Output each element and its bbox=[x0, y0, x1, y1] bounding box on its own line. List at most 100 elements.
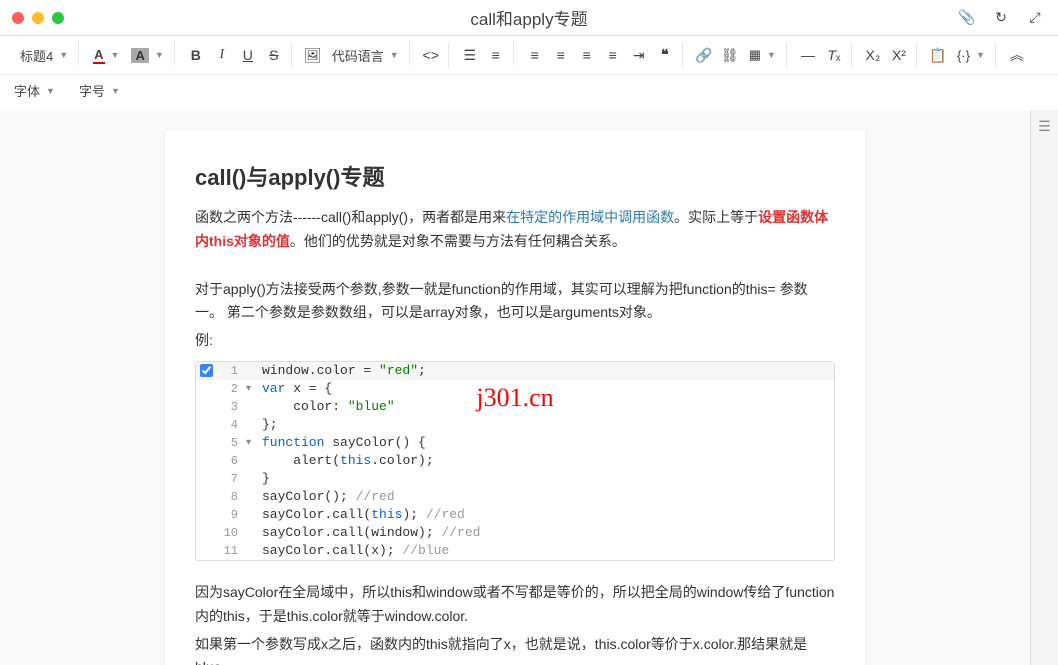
fold-marker[interactable]: ▾ bbox=[246, 383, 258, 395]
chevron-down-icon: ▼ bbox=[111, 86, 120, 96]
braces-dropdown[interactable]: {·} ▼ bbox=[953, 46, 989, 65]
code-line[interactable]: 2▾var x = { bbox=[196, 380, 834, 398]
text-color-icon: A bbox=[93, 47, 104, 64]
code-checkbox[interactable] bbox=[200, 364, 213, 377]
hr-button[interactable]: — bbox=[797, 44, 819, 66]
code-line[interactable]: 11 sayColor.call(x); //blue bbox=[196, 542, 834, 560]
align-center-button[interactable]: ≡ bbox=[550, 44, 572, 66]
line-number: 11 bbox=[216, 544, 246, 558]
chevron-down-icon: ▼ bbox=[59, 50, 68, 60]
code-line[interactable]: 3 color: "blue" bbox=[196, 398, 834, 416]
text-highlight-blue: 在特定的作用域中调用函数 bbox=[506, 209, 674, 225]
attachment-icon[interactable]: 📎 bbox=[956, 7, 978, 29]
indent-button[interactable]: ⇥ bbox=[628, 44, 650, 66]
code-text: }; bbox=[258, 417, 834, 432]
braces-icon: {·} bbox=[957, 48, 970, 63]
text-color-dropdown[interactable]: A ▼ bbox=[89, 45, 123, 66]
table-dropdown[interactable]: ▦ ▼ bbox=[745, 45, 780, 65]
bg-color-icon: A bbox=[131, 48, 148, 63]
image-button[interactable]: 🖼 bbox=[302, 44, 324, 66]
align-justify-button[interactable]: ≡ bbox=[602, 44, 624, 66]
line-number: 7 bbox=[216, 472, 246, 486]
content-area: j301.cn call()与apply()专题 函数之两个方法------ca… bbox=[0, 110, 1058, 665]
history-icon[interactable]: ↻ bbox=[990, 7, 1012, 29]
link-button[interactable]: 🔗 bbox=[693, 44, 715, 66]
code-line[interactable]: 4}; bbox=[196, 416, 834, 434]
code-text: var x = { bbox=[258, 381, 834, 396]
bold-button[interactable]: B bbox=[185, 44, 207, 66]
titlebar: call和apply专题 📎 ↻ ⤢ bbox=[0, 0, 1058, 36]
code-text: sayColor.call(window); //red bbox=[258, 525, 834, 540]
editor-scroll[interactable]: j301.cn call()与apply()专题 函数之两个方法------ca… bbox=[0, 110, 1030, 665]
bg-color-dropdown[interactable]: A ▼ bbox=[127, 46, 167, 65]
table-icon: ▦ bbox=[749, 47, 761, 63]
code-text: } bbox=[258, 471, 834, 486]
heading-dropdown[interactable]: 标题4 ▼ bbox=[16, 44, 72, 67]
code-inline-button[interactable]: <> bbox=[420, 44, 442, 66]
code-text: sayColor(); //red bbox=[258, 489, 834, 504]
align-left-button[interactable]: ≡ bbox=[524, 44, 546, 66]
clear-format-button[interactable]: Tₓ bbox=[823, 44, 845, 66]
text-run: 函数之两个方法------call()和apply()，两者都是用来 bbox=[195, 209, 506, 225]
code-line[interactable]: 9sayColor.call(this); //red bbox=[196, 506, 834, 524]
strikethrough-button[interactable]: S bbox=[263, 44, 285, 66]
fold-marker[interactable]: ▾ bbox=[246, 437, 258, 449]
superscript-button[interactable]: X² bbox=[888, 44, 910, 66]
minimize-window-button[interactable] bbox=[32, 12, 44, 24]
line-number: 9 bbox=[216, 508, 246, 522]
ordered-list-button[interactable]: ≡ bbox=[485, 44, 507, 66]
maximize-window-button[interactable] bbox=[52, 12, 64, 24]
underline-button[interactable]: U bbox=[237, 44, 259, 66]
fullscreen-icon[interactable]: ⤢ bbox=[1024, 7, 1046, 29]
heading-label: 标题4 bbox=[20, 46, 53, 65]
font-family-label: 字体 bbox=[14, 81, 40, 100]
code-text: sayColor.call(x); //blue bbox=[258, 543, 834, 558]
unordered-list-button[interactable]: ☰ bbox=[459, 44, 481, 66]
menu-icon: ☰ bbox=[1038, 118, 1051, 135]
doc-heading: call()与apply()专题 bbox=[195, 160, 835, 192]
text-run: 。他们的优势就是对象不需要与方法有任何耦合关系。 bbox=[290, 233, 626, 249]
outline-toggle[interactable]: ☰ bbox=[1030, 110, 1058, 665]
code-language-dropdown[interactable]: 代码语言 ▼ bbox=[328, 44, 403, 67]
chevron-down-icon: ▼ bbox=[111, 50, 120, 60]
unlink-button[interactable]: ⛓ bbox=[719, 44, 741, 66]
collapse-toolbar-button[interactable]: ︽ bbox=[1006, 44, 1028, 66]
font-family-dropdown[interactable]: 字体 ▼ bbox=[10, 79, 59, 102]
code-line[interactable]: 10sayColor.call(window); //red bbox=[196, 524, 834, 542]
chevron-down-icon: ▼ bbox=[767, 50, 776, 60]
subscript-button[interactable]: X₂ bbox=[862, 44, 884, 66]
chevron-down-icon: ▼ bbox=[976, 50, 985, 60]
line-number: 8 bbox=[216, 490, 246, 504]
code-block[interactable]: 1window.color = "red";2▾var x = {3 color… bbox=[195, 361, 835, 561]
code-line[interactable]: 7} bbox=[196, 470, 834, 488]
toolbar-row-1: 标题4 ▼ A ▼ A ▼ B I U S 🖼 代码语言 ▼ <> ☰ ≡ ≡ … bbox=[0, 36, 1058, 75]
copy-button[interactable]: 📋 bbox=[927, 44, 949, 66]
chevron-down-icon: ▼ bbox=[155, 50, 164, 60]
code-text: color: "blue" bbox=[258, 399, 834, 414]
line-number: 6 bbox=[216, 454, 246, 468]
code-text: function sayColor() { bbox=[258, 435, 834, 450]
close-window-button[interactable] bbox=[12, 12, 24, 24]
italic-button[interactable]: I bbox=[211, 44, 233, 66]
doc-paragraph: 例: bbox=[195, 329, 835, 353]
line-number: 3 bbox=[216, 400, 246, 414]
align-right-button[interactable]: ≡ bbox=[576, 44, 598, 66]
line-number: 4 bbox=[216, 418, 246, 432]
code-text: window.color = "red"; bbox=[258, 363, 834, 378]
text-run: 。实际上等于 bbox=[674, 209, 758, 225]
code-line[interactable]: 6 alert(this.color); bbox=[196, 452, 834, 470]
line-number: 1 bbox=[216, 364, 246, 378]
code-line[interactable]: 8 sayColor(); //red bbox=[196, 488, 834, 506]
doc-paragraph: 对于apply()方法接受两个参数,参数一就是function的作用域，其实可以… bbox=[195, 278, 835, 326]
doc-paragraph: 因为sayColor在全局域中，所以this和window或者不写都是等价的，所… bbox=[195, 581, 835, 629]
document-paper[interactable]: j301.cn call()与apply()专题 函数之两个方法------ca… bbox=[165, 130, 865, 665]
traffic-lights bbox=[12, 12, 64, 24]
toolbar-row-2: 字体 ▼ 字号 ▼ bbox=[0, 75, 1058, 110]
quote-button[interactable]: ❝ bbox=[654, 44, 676, 66]
code-line[interactable]: 1 window.color = "red"; bbox=[196, 362, 834, 380]
code-lang-label: 代码语言 bbox=[332, 46, 384, 65]
doc-paragraph: 函数之两个方法------call()和apply()，两者都是用来在特定的作用… bbox=[195, 206, 835, 254]
chevron-down-icon: ▼ bbox=[390, 50, 399, 60]
code-line[interactable]: 5▾function sayColor() { bbox=[196, 434, 834, 452]
font-size-dropdown[interactable]: 字号 ▼ bbox=[75, 79, 124, 102]
